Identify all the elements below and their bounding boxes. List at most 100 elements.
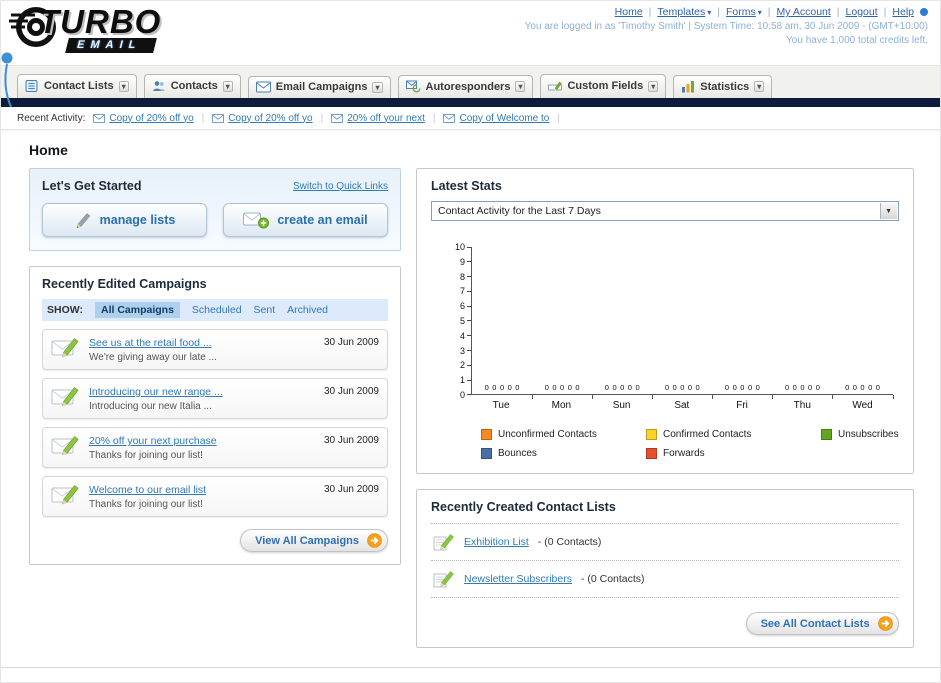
filter-all-campaigns[interactable]: All Campaigns xyxy=(94,302,180,318)
chart-bar-group: 00000 xyxy=(712,247,774,399)
bar-value-label: 0 xyxy=(687,383,693,392)
campaign-list-item[interactable]: Introducing our new range ... Introducing… xyxy=(42,378,388,419)
email-campaigns-icon xyxy=(255,81,271,93)
contact-list-link[interactable]: Exhibition List xyxy=(464,536,529,548)
nav-link-separator: | xyxy=(836,6,840,18)
tab-custom-fields[interactable]: Custom Fields ▾ xyxy=(540,74,667,98)
top-nav-templates[interactable]: Templates ▾ xyxy=(657,6,711,18)
recently-created-contact-lists-panel: Recently Created Contact Lists Exhibitio… xyxy=(416,489,914,648)
recent-activity-item[interactable]: Copy of Welcome to xyxy=(443,113,549,124)
recent-activity-item[interactable]: 20% off your next xyxy=(331,113,425,124)
get-started-header: Let's Get Started Switch to Quick Links xyxy=(42,179,388,193)
campaign-title-link[interactable]: 20% off your next purchase xyxy=(89,435,316,447)
create-email-button[interactable]: create an email xyxy=(223,203,388,237)
campaign-title-link[interactable]: Introducing our new range ... xyxy=(89,386,316,398)
chart-legend: Unconfirmed Contacts Confirmed Contacts Un… xyxy=(481,429,899,459)
campaign-title-link[interactable]: See us at the retail food ... xyxy=(89,337,316,349)
recent-activity-link[interactable]: Copy of 20% off yo xyxy=(228,113,312,124)
recent-activity-link[interactable]: 20% off your next xyxy=(347,113,425,124)
legend-swatch xyxy=(481,429,492,440)
campaign-envelope-icon xyxy=(51,384,81,408)
login-status-text: You are logged in as 'Timothy Smith' | S… xyxy=(524,21,928,32)
contact-lists-icon xyxy=(25,79,39,93)
x-axis-label: Fri xyxy=(736,400,748,411)
list-pencil-icon xyxy=(433,532,455,552)
recent-activity-item[interactable]: Copy of 20% off yo xyxy=(212,113,313,124)
chevron-down-icon: ▾ xyxy=(118,80,129,92)
top-nav-home[interactable]: Home xyxy=(615,6,643,18)
legend-swatch xyxy=(646,448,657,459)
x-axis-label: Wed xyxy=(852,400,873,411)
bar-value-label: 0 xyxy=(845,383,850,392)
header: TURBO EMAIL Home | Templates ▾ | Forms ▾ | My Ac… xyxy=(1,1,940,65)
filter-scheduled[interactable]: Scheduled xyxy=(192,304,242,316)
bar-value-label: 0 xyxy=(492,383,497,392)
campaign-list-item[interactable]: See us at the retail food ... We're givin… xyxy=(42,329,388,370)
footer-divider xyxy=(1,667,940,668)
tab-label-email-campaigns: Email Campaigns xyxy=(275,81,368,93)
bar-value-label: 0 xyxy=(560,383,565,392)
tab-statistics[interactable]: Statistics ▾ xyxy=(673,75,773,98)
header-right: Home | Templates ▾ | Forms ▾ | My Account | Logout… xyxy=(525,6,928,46)
app-logo[interactable]: TURBO EMAIL xyxy=(9,4,161,55)
view-all-campaigns-button[interactable]: View All Campaigns xyxy=(240,529,388,552)
bar-value-label: 0 xyxy=(815,383,820,392)
turbo-email-dashboard: TURBO EMAIL Home | Templates ▾ | Forms ▾ | My Ac… xyxy=(0,0,941,683)
tab-contact-lists[interactable]: Contact Lists ▾ xyxy=(17,74,137,98)
recent-activity-link[interactable]: Copy of Welcome to xyxy=(459,113,549,124)
right-column: Latest Stats Contact Activity for the La… xyxy=(416,168,914,648)
chart-bar-group: 00000 xyxy=(592,247,654,399)
recent-activity-items: Copy of 20% off yo | Copy of 20% off yo | 20… xyxy=(93,113,560,124)
latest-stats-panel: Latest Stats Contact Activity for the La… xyxy=(416,168,914,474)
switch-quick-links-link[interactable]: Switch to Quick Links xyxy=(293,181,388,192)
contact-list-link[interactable]: Newsletter Subscribers xyxy=(464,573,572,585)
tab-email-campaigns[interactable]: Email Campaigns ▾ xyxy=(247,76,391,98)
main-nav-tab-bar: Contact Lists ▾ Contacts ▾ Email Campaigns ▾ A… xyxy=(1,65,940,98)
campaign-title-link[interactable]: Welcome to our email list xyxy=(89,484,316,496)
recent-activity-item[interactable]: Copy of 20% off yo xyxy=(93,113,194,124)
legend-label: Unsubscribes xyxy=(838,429,899,440)
bar-value-label: 0 xyxy=(552,383,557,392)
chart-bar-group: 00000 xyxy=(772,247,834,399)
latest-stats-title: Latest Stats xyxy=(431,179,502,193)
bar-value-label: 0 xyxy=(755,383,760,392)
top-nav-help[interactable]: Help xyxy=(892,6,914,18)
contact-list-item[interactable]: Newsletter Subscribers - (0 Contacts) xyxy=(431,560,899,597)
chart-y-axis: 10 9 8 7 6 5 4 3 2 1 0 xyxy=(454,242,465,400)
chart-plot-wrap: 00000000000000000000000000000000000 Tue M… xyxy=(471,247,894,411)
contacts-icon xyxy=(152,79,166,93)
bar-value-label: 0 xyxy=(860,383,865,392)
tab-autoresponders[interactable]: Autoresponders ▾ xyxy=(397,75,534,98)
legend-label: Bounces xyxy=(498,448,537,459)
manage-lists-button[interactable]: manage lists xyxy=(42,203,207,237)
bar-value-label: 0 xyxy=(612,383,617,392)
bar-value-label: 0 xyxy=(695,383,700,392)
campaign-subtitle: We're giving away our late ... xyxy=(89,352,217,363)
filter-sent[interactable]: Sent xyxy=(254,304,276,316)
bar-value-label: 0 xyxy=(620,383,625,392)
bar-value-label: 0 xyxy=(544,383,549,392)
main-content: Home Let's Get Started Switch to Quick L… xyxy=(1,130,940,648)
envelope-icon xyxy=(212,113,225,123)
bar-value-label: 0 xyxy=(732,383,737,392)
recent-activity-link[interactable]: Copy of 20% off yo xyxy=(109,113,193,124)
top-nav-forms[interactable]: Forms ▾ xyxy=(726,6,762,18)
legend-item-forwards: Forwards xyxy=(646,448,821,459)
campaign-filters: All Campaigns Scheduled Sent Archived xyxy=(94,302,328,318)
envelope-icon xyxy=(443,113,456,123)
campaign-list-item[interactable]: 20% off your next purchase Thanks for joi… xyxy=(42,427,388,468)
tab-label-statistics: Statistics xyxy=(700,80,750,93)
envelope-icon xyxy=(331,113,344,123)
top-nav-logout[interactable]: Logout xyxy=(846,6,878,18)
filter-archived[interactable]: Archived xyxy=(287,304,328,316)
top-nav-my-account[interactable]: My Account xyxy=(777,6,831,18)
tab-contacts[interactable]: Contacts ▾ xyxy=(143,74,241,98)
nav-link-separator: | xyxy=(717,6,721,18)
stats-period-select[interactable]: Contact Activity for the Last 7 Days ▼ xyxy=(431,201,899,221)
see-all-contact-lists-button[interactable]: See All Contact Lists xyxy=(745,612,899,635)
tab-label-contact-lists: Contact Lists xyxy=(44,80,114,92)
bar-value-label: 0 xyxy=(664,383,670,392)
contact-list-item[interactable]: Exhibition List - (0 Contacts) xyxy=(431,523,899,560)
campaign-list-item[interactable]: Welcome to our email list Thanks for join… xyxy=(42,476,388,517)
stats-period-value: Contact Activity for the Last 7 Days xyxy=(438,205,601,217)
